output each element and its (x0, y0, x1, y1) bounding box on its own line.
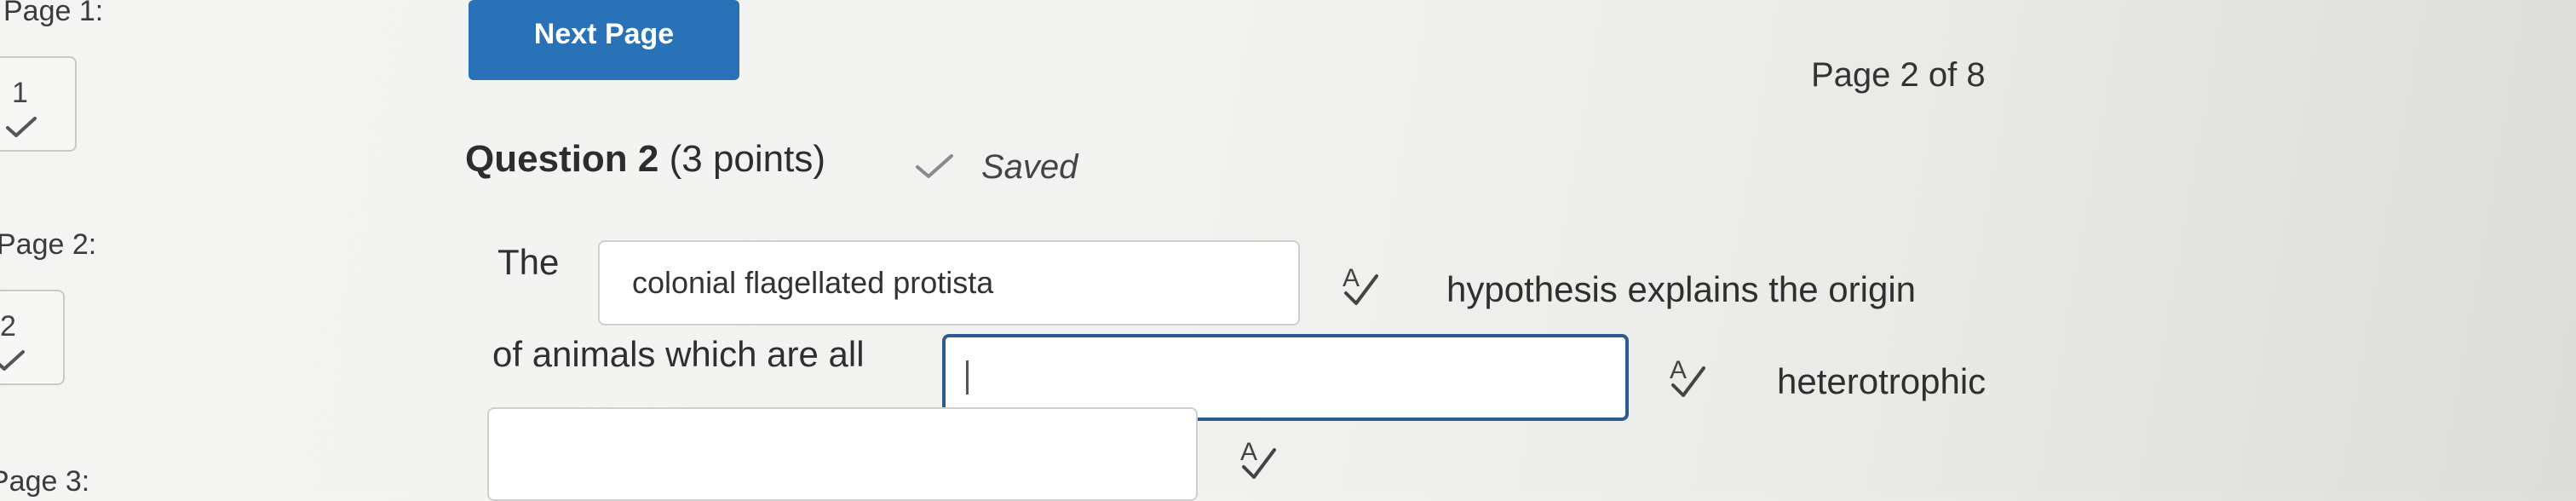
saved-status: Saved (981, 148, 1078, 186)
text-cursor (966, 360, 969, 394)
svg-text:A: A (1343, 264, 1360, 292)
svg-text:A: A (1670, 356, 1687, 384)
check-icon (0, 350, 25, 371)
question-number: Question 2 (465, 138, 659, 180)
svg-text:A: A (1240, 438, 1257, 466)
sidebar-page-2-button[interactable]: 2 (0, 290, 65, 385)
sidebar-page-3-label: Page 3: (0, 465, 90, 498)
question-text-1: The (497, 242, 560, 282)
spellcheck-icon[interactable]: A (1235, 435, 1279, 482)
answer-blank-1[interactable]: colonial flagellated protista (598, 240, 1300, 325)
question-title: Question 2 (3 points) (465, 138, 825, 181)
sidebar-page-2-label: Page 2: (0, 228, 97, 261)
sidebar-page-2-number: 2 (0, 310, 16, 343)
answer-blank-3[interactable] (487, 407, 1198, 501)
sidebar-page-1-label: Page 1: (3, 0, 104, 27)
question-text-3: of animals which are all (492, 334, 865, 374)
spellcheck-icon[interactable]: A (1665, 353, 1709, 400)
sidebar-page-1-button[interactable]: 1 (0, 56, 77, 152)
next-page-button[interactable]: Next Page (469, 0, 739, 80)
answer-blank-1-value: colonial flagellated protista (632, 265, 994, 300)
sidebar-page-1-number: 1 (12, 77, 28, 109)
saved-check-icon (916, 154, 953, 178)
question-text-4: heterotrophic (1777, 361, 1987, 401)
spellcheck-icon[interactable]: A (1337, 261, 1382, 308)
question-text-2: hypothesis explains the origin (1446, 269, 1917, 309)
question-points: (3 points) (669, 138, 826, 180)
check-icon (6, 117, 37, 137)
page-indicator: Page 2 of 8 (1811, 56, 1986, 94)
